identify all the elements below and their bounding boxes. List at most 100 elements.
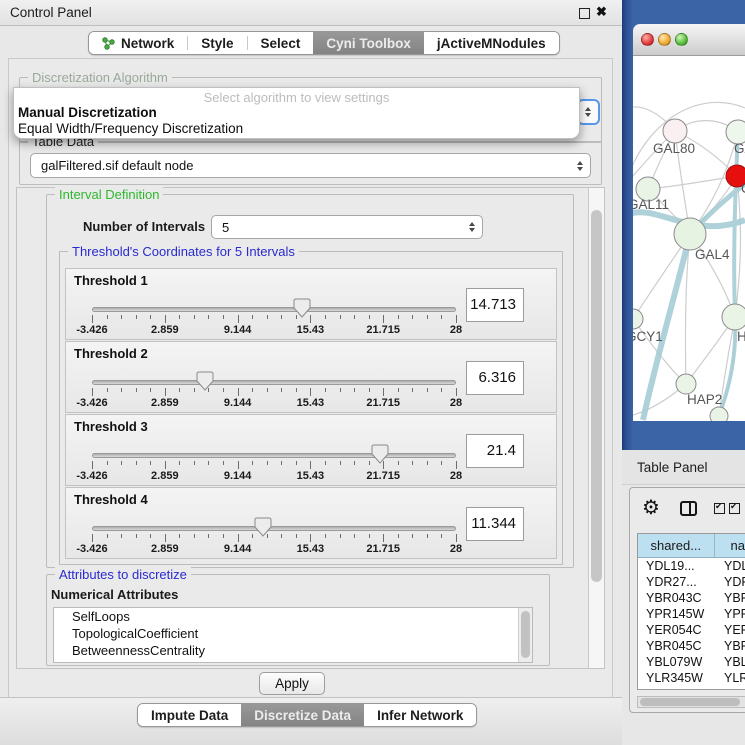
zoom-window-icon[interactable]: [675, 33, 688, 46]
threshold-slider-thumb[interactable]: [371, 444, 389, 464]
slider-tick: [252, 534, 253, 538]
slider-tick: [310, 461, 311, 469]
table-row[interactable]: YDR27...YDR2: [638, 574, 745, 590]
slider-tick: [194, 461, 195, 465]
slider-tick: [165, 461, 166, 469]
float-window-icon[interactable]: [579, 8, 590, 19]
number-of-intervals-label: Number of Intervals: [83, 219, 205, 234]
network-icon: [102, 37, 115, 50]
table-row[interactable]: YBR043CYBR0: [638, 590, 745, 606]
threshold-slider-track[interactable]: [92, 307, 456, 312]
algorithm-option[interactable]: Equal Width/Frequency Discretization: [18, 121, 575, 137]
network-window-titlebar: [633, 24, 745, 56]
slider-tick: [194, 315, 195, 319]
list-item[interactable]: TopologicalCoefficient: [54, 625, 532, 642]
cell-shared-name: YBR043C: [638, 590, 717, 606]
apply-button[interactable]: Apply: [259, 672, 325, 695]
network-node[interactable]: [710, 407, 728, 421]
slider-tick-label: 15.43: [278, 324, 342, 336]
tab-label: Select: [261, 36, 301, 51]
close-icon[interactable]: ✖: [596, 4, 607, 20]
columns-icon[interactable]: [680, 501, 697, 516]
column-header-name[interactable]: na: [715, 534, 745, 557]
slider-tick: [165, 315, 166, 323]
threshold-slider-track[interactable]: [92, 526, 456, 531]
network-node[interactable]: [676, 374, 696, 394]
node-table[interactable]: shared... na YDL19...YDL1YDR27...YDR2YBR…: [637, 533, 745, 690]
table-row[interactable]: YIL052CYIL0: [638, 686, 745, 690]
slider-tick: [456, 461, 457, 469]
tab-select[interactable]: Select: [248, 32, 314, 54]
column-header-shared-name[interactable]: shared...: [638, 534, 715, 557]
attributes-group: Attributes to discretize Numerical Attri…: [46, 574, 550, 666]
slider-tick: [340, 315, 341, 319]
cell-shared-name: YDL19...: [638, 558, 717, 574]
list-item[interactable]: BetweennessCentrality: [54, 642, 532, 659]
table-row[interactable]: YDL19...YDL1: [638, 558, 745, 574]
list-item[interactable]: SelfLoops: [54, 608, 532, 625]
threshold-value-field[interactable]: 21.4: [466, 434, 524, 468]
threshold-slider-thumb[interactable]: [293, 298, 311, 318]
slider-tick-label: -3.426: [60, 470, 124, 482]
numerical-attributes-list[interactable]: SelfLoopsTopologicalCoefficientBetweenne…: [53, 607, 533, 663]
network-window-frame[interactable]: GAL80GACGAL11GAL4GCY1HHAP2: [622, 0, 745, 450]
tab-cyni-toolbox[interactable]: Cyni Toolbox: [313, 32, 424, 54]
slider-tick-label: 9.144: [206, 470, 270, 482]
slider-tick: [223, 388, 224, 392]
slider-tick: [136, 534, 137, 538]
slider-tick: [150, 315, 151, 319]
node-label: C: [741, 181, 745, 196]
network-node[interactable]: [674, 218, 706, 250]
threshold-slider-thumb[interactable]: [196, 371, 214, 391]
table-row[interactable]: YBL079WYBL0: [638, 654, 745, 670]
cell-shared-name: YPR145W: [638, 606, 717, 622]
interval-definition-group: Interval Definition Number of Intervals …: [46, 194, 574, 568]
threshold-slider-track[interactable]: [92, 453, 456, 458]
threshold-slider-thumb[interactable]: [254, 517, 272, 537]
algorithm-option[interactable]: Manual Discretization: [18, 105, 575, 121]
threshold-value-field[interactable]: 6.316: [466, 361, 524, 395]
checked-box-icon[interactable]: [729, 503, 740, 514]
table-row[interactable]: YBR045CYBR0: [638, 638, 745, 654]
table-row[interactable]: YPR145WYPR1: [638, 606, 745, 622]
gear-icon[interactable]: ⚙: [642, 495, 660, 520]
slider-tick: [340, 534, 341, 538]
settings-scrollbar[interactable]: [588, 188, 604, 668]
table-horizontal-scrollbar[interactable]: [637, 696, 745, 708]
table-row[interactable]: YER054CYER0: [638, 622, 745, 638]
slider-tick: [456, 534, 457, 542]
slider-tick: [398, 315, 399, 319]
tab-network[interactable]: Network: [89, 32, 187, 54]
threshold-value-field[interactable]: 14.713: [466, 288, 524, 322]
table-data-combo[interactable]: galFiltered.sif default node: [30, 153, 591, 178]
network-canvas[interactable]: GAL80GACGAL11GAL4GCY1HHAP2: [633, 56, 745, 421]
table-row[interactable]: YLR345WYLR3: [638, 670, 745, 686]
slider-tick: [121, 315, 122, 319]
slider-tick: [296, 461, 297, 465]
slider-tick: [121, 388, 122, 392]
slider-tick-label: -3.426: [60, 397, 124, 409]
tab-discretize-data[interactable]: Discretize Data: [241, 704, 364, 726]
network-node[interactable]: [663, 119, 687, 143]
slider-tick: [136, 388, 137, 392]
network-node[interactable]: [633, 309, 643, 329]
number-of-intervals-combo[interactable]: 5: [211, 215, 483, 239]
slider-tick: [252, 461, 253, 465]
minimize-window-icon[interactable]: [658, 33, 671, 46]
network-node[interactable]: [722, 304, 745, 330]
algorithm-combo-prompt: Select algorithm to view settings: [14, 90, 579, 105]
table-header-row[interactable]: shared... na: [638, 534, 745, 558]
tab-jactivemnodules[interactable]: jActiveMNodules: [424, 32, 559, 54]
slider-tick: [281, 315, 282, 319]
tab-impute-data[interactable]: Impute Data: [138, 704, 241, 726]
threshold-slider-track[interactable]: [92, 380, 456, 385]
tab-style[interactable]: Style: [188, 32, 246, 54]
checked-box-icon[interactable]: [714, 503, 725, 514]
slider-tick: [267, 461, 268, 465]
close-window-icon[interactable]: [641, 33, 654, 46]
algorithm-combo-arrow[interactable]: [577, 99, 600, 125]
attributes-scrollbar[interactable]: [518, 608, 532, 662]
tab-infer-network[interactable]: Infer Network: [364, 704, 476, 726]
slider-tick-label: 2.859: [133, 470, 197, 482]
threshold-value-field[interactable]: 11.344: [466, 507, 524, 541]
